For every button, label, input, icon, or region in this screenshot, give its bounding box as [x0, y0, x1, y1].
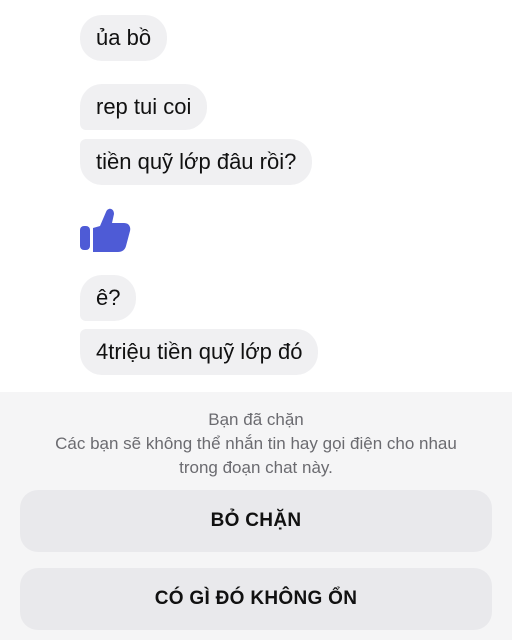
message-bubble[interactable]: tiền quỹ lớp đâu rồi? [80, 139, 313, 185]
unblock-button[interactable]: BỎ CHẶN [20, 490, 492, 552]
message-bubble[interactable]: rep tui coi [80, 84, 208, 130]
thumbs-up-icon[interactable] [76, 202, 132, 258]
report-problem-button[interactable]: CÓ GÌ ĐÓ KHÔNG ỔN [20, 568, 492, 630]
message-thread: ủa bồ rep tui coi tiền quỹ lớp đâu rồi? … [0, 0, 512, 392]
message-bubble[interactable]: 4triệu tiền quỹ lớp đó [80, 329, 319, 375]
message-bubble[interactable]: ủa bồ [80, 15, 168, 61]
blocked-description: Các bạn sẽ không thể nhắn tin hay gọi đi… [55, 434, 457, 477]
blocked-title: Bạn đã chặn [208, 410, 304, 429]
message-bubble[interactable]: ê? [80, 275, 137, 321]
blocked-notice-panel: Bạn đã chặn Các bạn sẽ không thể nhắn ti… [0, 392, 512, 640]
